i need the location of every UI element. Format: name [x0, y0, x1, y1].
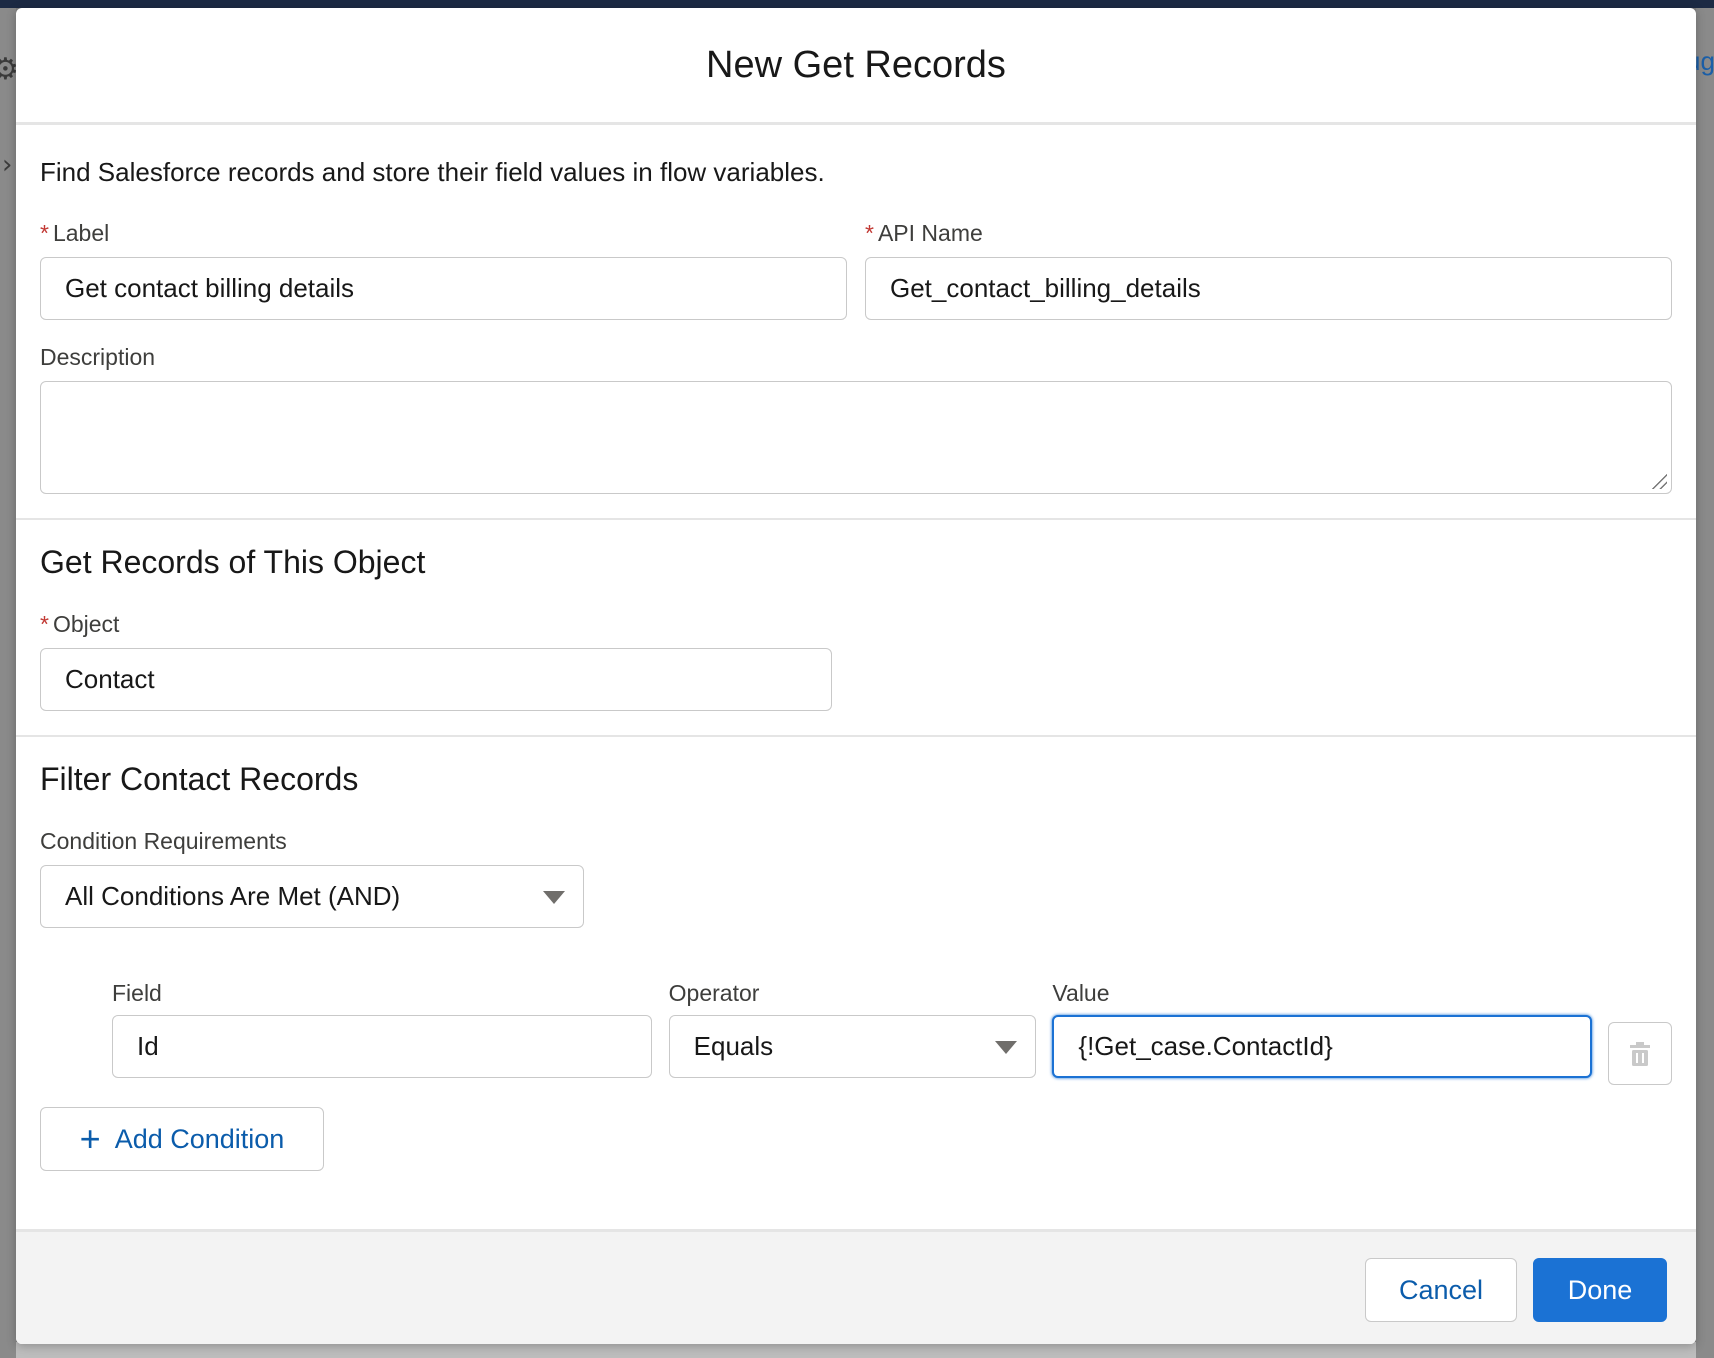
required-mark: *	[865, 220, 874, 246]
api-name-input[interactable]: Get_contact_billing_details	[865, 257, 1672, 320]
plus-icon: +	[79, 1118, 101, 1159]
condition-operator-label: Operator	[668, 980, 760, 1006]
condition-field-label: Field	[112, 980, 162, 1006]
condition-field-group: Field Id	[112, 980, 652, 1078]
modal-title: New Get Records	[706, 43, 1006, 86]
get-records-modal: New Get Records Find Salesforce records …	[16, 8, 1696, 1344]
add-condition-button[interactable]: + Add Condition	[40, 1107, 324, 1171]
delete-condition-button[interactable]	[1608, 1022, 1672, 1085]
condition-value-input[interactable]: {!Get_case.ContactId}	[1052, 1015, 1593, 1078]
label-input[interactable]: Get contact billing details	[40, 257, 847, 320]
condition-requirements-group: Condition Requirements All Conditions Ar…	[40, 828, 1672, 928]
condition-field-input[interactable]: Id	[112, 1015, 652, 1078]
background-bottom-panel	[16, 1342, 1696, 1358]
condition-operator-group: Operator Equals	[668, 980, 1037, 1078]
label-field-label: * Label	[40, 220, 847, 247]
modal-footer: Cancel Done	[16, 1229, 1696, 1344]
condition-value-label: Value	[1052, 980, 1110, 1006]
description-textarea[interactable]	[40, 381, 1672, 494]
filter-section: Filter Contact Records Condition Require…	[16, 737, 1696, 1171]
object-input[interactable]: Contact	[40, 648, 832, 711]
required-mark: *	[40, 220, 49, 246]
resize-grip-icon[interactable]	[1651, 473, 1667, 489]
description-label: Description	[40, 344, 156, 370]
filter-section-title: Filter Contact Records	[40, 761, 359, 797]
app-top-bar	[0, 0, 1714, 8]
condition-operator-select[interactable]: Equals	[668, 1015, 1037, 1078]
api-name-field-group: * API Name Get_contact_billing_details	[865, 220, 1672, 320]
chevron-down-icon	[543, 890, 565, 904]
condition-requirements-select[interactable]: All Conditions Are Met (AND)	[40, 865, 584, 928]
cancel-button[interactable]: Cancel	[1365, 1258, 1517, 1322]
chevron-right-icon: ›	[2, 150, 13, 180]
condition-requirements-label: Condition Requirements	[40, 828, 287, 854]
done-button[interactable]: Done	[1533, 1258, 1667, 1322]
general-section: Find Salesforce records and store their …	[16, 125, 1696, 494]
object-section-title: Get Records of This Object	[40, 544, 426, 580]
api-name-field-label-text: API Name	[877, 220, 983, 246]
condition-operator-value: Equals	[693, 1031, 774, 1061]
object-field-group: * Object Contact	[40, 611, 1672, 711]
object-section: Get Records of This Object * Object Conta…	[16, 520, 1696, 711]
chevron-down-icon	[995, 1040, 1018, 1054]
label-api-row: * Label Get contact billing details * API …	[40, 220, 1672, 320]
condition-row: Field Id Operator Equals Value {!Get_cas…	[112, 980, 1672, 1085]
intro-text: Find Salesforce records and store their …	[40, 157, 825, 187]
background-left-panel: ⚙ ›	[0, 8, 19, 1358]
background-right-panel	[1696, 8, 1714, 1358]
object-field-label: * Object	[40, 611, 1672, 638]
trash-icon	[1630, 1041, 1650, 1066]
condition-requirements-value: All Conditions Are Met (AND)	[65, 881, 401, 911]
required-mark: *	[40, 611, 49, 637]
label-field-label-text: Label	[52, 220, 110, 246]
api-name-field-label: * API Name	[865, 220, 1672, 247]
add-condition-label: Add Condition	[114, 1123, 285, 1154]
label-field-group: * Label Get contact billing details	[40, 220, 847, 320]
object-field-label-text: Object	[52, 611, 120, 637]
condition-value-group: Value {!Get_case.ContactId}	[1052, 980, 1593, 1078]
description-field-group: Description	[40, 344, 1672, 494]
modal-header: New Get Records	[16, 8, 1696, 125]
